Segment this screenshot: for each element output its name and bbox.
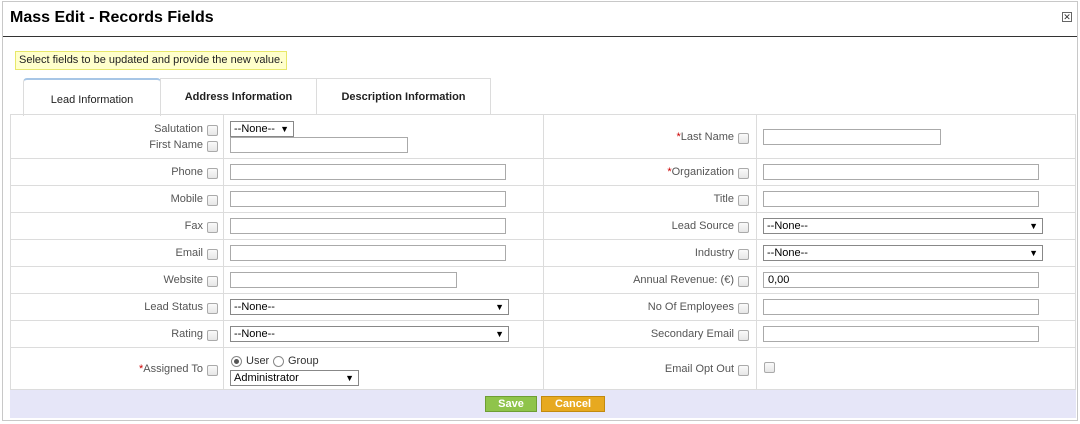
dialog-title: Mass Edit - Records Fields [10,9,214,26]
website-input[interactable] [230,272,457,288]
salutation-value: --None-- [234,123,275,135]
industry-label: Industry [694,247,734,259]
lead-source-value: --None-- [767,220,808,232]
rating-checkbox[interactable] [207,330,218,341]
email-opt-out-label: Email Opt Out [664,363,734,375]
dialog-footer: Save Cancel [10,390,1076,418]
tab-address-information[interactable]: Address Information [160,78,317,114]
dropdown-arrow-icon: ▼ [345,373,354,383]
annual-revenue-label: Annual Revenue: (€) [633,274,734,286]
lead-status-checkbox[interactable] [207,303,218,314]
no-of-employees-checkbox[interactable] [738,303,749,314]
no-of-employees-input[interactable] [763,299,1039,315]
mass-edit-dialog: Mass Edit - Records Fields ✕ Select fiel… [2,1,1078,421]
assign-user-radio[interactable] [231,356,242,367]
lead-status-value: --None-- [234,301,275,313]
mobile-input[interactable] [230,191,506,207]
close-icon[interactable]: ✕ [1062,12,1072,22]
title-label: Title [713,193,734,205]
secondary-email-input[interactable] [763,326,1039,342]
phone-input[interactable] [230,164,506,180]
secondary-email-checkbox[interactable] [738,330,749,341]
website-label: Website [163,274,203,286]
assign-group-label: Group [288,355,319,367]
first-name-label: First Name [149,139,203,151]
last-name-input[interactable] [763,129,941,145]
fax-label: Fax [184,220,203,232]
assigned-to-select[interactable]: Administrator ▼ [230,370,359,386]
fax-checkbox[interactable] [207,222,218,233]
last-name-label-text: Last Name [680,131,734,143]
dropdown-arrow-icon: ▼ [495,302,504,312]
assigned-to-label: *Assigned To [139,363,203,375]
no-of-employees-label: No Of Employees [647,301,734,313]
organization-label: *Organization [667,166,734,178]
website-checkbox[interactable] [207,276,218,287]
mobile-checkbox[interactable] [207,195,218,206]
secondary-email-label: Secondary Email [650,328,734,340]
salutation-checkbox[interactable] [207,125,218,136]
rating-select[interactable]: --None-- ▼ [230,326,509,342]
title-checkbox[interactable] [738,195,749,206]
save-button[interactable]: Save [485,396,537,412]
first-name-input[interactable] [230,137,408,153]
first-name-checkbox[interactable] [207,141,218,152]
organization-input[interactable] [763,164,1039,180]
email-checkbox[interactable] [207,249,218,260]
lead-source-checkbox[interactable] [738,222,749,233]
lead-source-select[interactable]: --None-- ▼ [763,218,1043,234]
assign-group-radio[interactable] [273,356,284,367]
instruction-hint: Select fields to be updated and provide … [15,51,288,70]
dropdown-arrow-icon: ▼ [495,329,504,339]
assign-user-label: User [246,355,270,367]
fax-input[interactable] [230,218,506,234]
dropdown-arrow-icon: ▼ [280,124,289,134]
phone-checkbox[interactable] [207,168,218,179]
salutation-label: Salutation [154,123,203,135]
assigned-to-label-text: Assigned To [143,363,203,375]
dropdown-arrow-icon: ▼ [1029,248,1038,258]
email-opt-out-checkbox[interactable] [738,365,749,376]
last-name-checkbox[interactable] [738,133,749,144]
industry-select[interactable]: --None-- ▼ [763,245,1043,261]
email-input[interactable] [230,245,506,261]
industry-checkbox[interactable] [738,249,749,260]
email-label: Email [175,247,203,259]
salutation-select[interactable]: --None-- ▼ [230,121,294,137]
tab-description-information[interactable]: Description Information [316,78,491,114]
rating-value: --None-- [234,328,275,340]
tab-lead-information[interactable]: Lead Information [23,78,161,116]
fields-grid: Salutation --None-- ▼ First Name Phone Mo… [10,114,1076,390]
phone-label: Phone [171,166,203,178]
rating-label: Rating [171,328,203,340]
industry-value: --None-- [767,247,808,259]
lead-status-label: Lead Status [144,301,203,313]
assigned-to-value: Administrator [234,372,299,384]
lead-status-select[interactable]: --None-- ▼ [230,299,509,315]
organization-checkbox[interactable] [738,168,749,179]
assigned-to-checkbox[interactable] [207,365,218,376]
last-name-label: *Last Name [677,131,734,143]
cancel-button[interactable]: Cancel [541,396,605,412]
email-opt-out-value-checkbox[interactable] [764,362,775,373]
dialog-titlebar: Mass Edit - Records Fields ✕ [3,2,1077,37]
mobile-label: Mobile [170,193,203,205]
annual-revenue-checkbox[interactable] [738,276,749,287]
dropdown-arrow-icon: ▼ [1029,221,1038,231]
organization-label-text: Organization [671,166,734,178]
annual-revenue-input[interactable]: 0,00 [763,272,1039,288]
lead-source-label: Lead Source [671,220,734,232]
title-input[interactable] [763,191,1039,207]
